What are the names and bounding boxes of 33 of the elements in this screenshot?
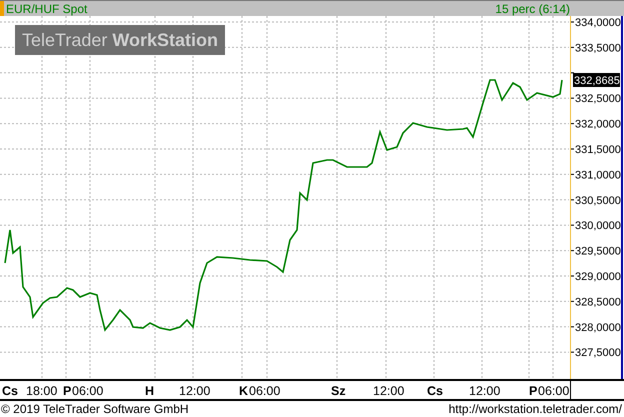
axis-label: 06:00: [249, 384, 280, 398]
axis-label: 331,0000: [575, 169, 621, 182]
axis-label: 327,5000: [575, 347, 621, 360]
axis-label: 330,0000: [575, 220, 621, 232]
chart-title: EUR/HUF Spot: [6, 2, 88, 16]
axis-label: 12:00: [373, 384, 404, 398]
axis-label: 333,5000: [575, 42, 621, 54]
website-link[interactable]: http://workstation.teletrader.com/: [448, 402, 622, 416]
axis-label: 332,0000: [575, 118, 621, 131]
axis-label: 332,5000: [575, 93, 621, 106]
axis-label: Cs: [427, 384, 443, 398]
axis-label: P: [63, 384, 72, 398]
axis-label: K: [239, 384, 248, 398]
axis-label: 12:00: [469, 384, 500, 398]
last-price-tag: 332,8685: [573, 73, 620, 87]
axis-label: 329,5000: [575, 246, 621, 258]
watermark-logo: TeleTrader WorkStation: [15, 25, 226, 55]
axis-label: 331,5000: [575, 144, 621, 156]
interval-label: 15 perc (6:14): [495, 2, 570, 16]
copyright-text: © 2019 TeleTrader Software GmbH: [1, 402, 189, 416]
axis-label: 330,5000: [575, 194, 621, 207]
axis-label: 329,0000: [575, 271, 621, 283]
axis-label: H: [145, 384, 154, 398]
axis-label: 06:00: [72, 384, 104, 398]
axis-label: 06:00: [538, 384, 569, 398]
axis-label: 328,5000: [575, 296, 621, 308]
axis-label: 328,0000: [575, 322, 621, 334]
axis-label: 18:00: [26, 384, 58, 398]
axis-label: 12:00: [179, 384, 210, 398]
axis-label: Cs: [2, 384, 18, 398]
axis-label: 334,0000: [575, 17, 621, 29]
axis-label: P: [529, 384, 538, 398]
axis-label: Sz: [331, 384, 346, 398]
